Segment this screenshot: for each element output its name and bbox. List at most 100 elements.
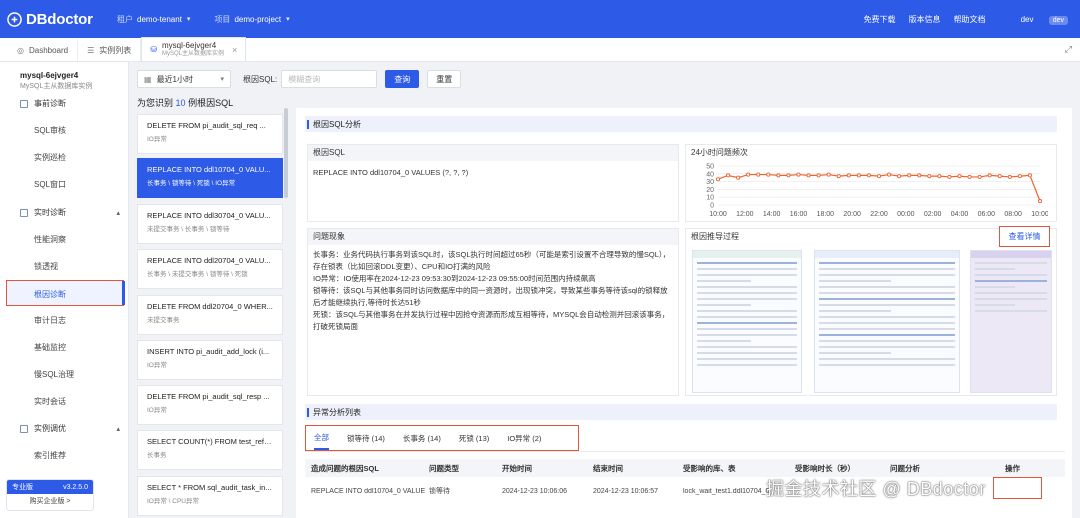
column-header: 问题分析 <box>890 463 920 473</box>
count-number: 10 <box>175 98 186 108</box>
list-scrollbar[interactable] <box>284 108 288 198</box>
tab-io-anomaly[interactable]: IO异常 (2) <box>507 426 541 450</box>
data-point <box>1007 174 1012 179</box>
reasoning-thumbnail <box>692 250 802 393</box>
buy-enterprise-link[interactable]: 购买企业版 > <box>7 494 93 510</box>
sql-tags: IO异常 <box>147 136 167 143</box>
y-tick-label: 40 <box>706 171 714 178</box>
sidebar-item-slow-sql[interactable]: 慢SQL治理 <box>34 369 74 380</box>
column-header: 受影响的库、表 <box>683 463 736 473</box>
list-item[interactable]: INSERT INTO pi_audit_add_lock (i... IO异常 <box>137 340 283 380</box>
reset-button[interactable]: 重置 <box>427 70 462 88</box>
tab-dashboard[interactable]: ◎ Dashboard <box>8 39 79 61</box>
sidebar-item-performance[interactable]: 性能洞察 <box>34 234 66 245</box>
tab-mysql-instance[interactable]: ⛁ mysql-6ejvger4 MySQL主从数据库实例 × <box>141 37 247 61</box>
chevron-up-icon: ▴ <box>116 209 120 217</box>
list-item[interactable]: REPLACE INTO ddl30704_0 VALU... 未提交事务 \ 长… <box>137 204 283 244</box>
time-range-select[interactable]: ▦ 最近1小时 ▾ <box>137 70 231 88</box>
sidebar-item-root-cause[interactable]: 根因诊断 <box>6 280 124 306</box>
tenant-selector[interactable]: 租户 demo-tenant ▾ <box>117 14 190 25</box>
list-item[interactable]: DELETE FROM pi_audit_sql_resp ... IO异常 <box>137 385 283 425</box>
free-download-link[interactable]: 免费下载 <box>864 14 896 25</box>
tab-lock-wait[interactable]: 锁等待 (14) <box>347 426 385 450</box>
close-icon[interactable]: × <box>232 45 237 55</box>
chevron-down-icon: ▾ <box>220 76 224 83</box>
group-label: 事前诊断 <box>34 99 66 108</box>
sql-text: INSERT INTO pi_audit_add_lock (i... <box>147 347 270 356</box>
x-tick-label: 10:00 <box>709 211 727 218</box>
sql-text: DELETE FROM pi_audit_sql_resp ... <box>147 392 270 401</box>
sidebar-item-index-advice[interactable]: 索引推荐 <box>34 450 66 461</box>
version-info-link[interactable]: 版本信息 <box>909 14 941 25</box>
sidebar-item-label: 根因诊断 <box>34 290 66 299</box>
user-menu[interactable]: dev dev <box>1008 15 1068 25</box>
nav-group-pre-diagnosis[interactable]: 事前诊断 <box>20 98 120 109</box>
y-tick-label: 30 <box>706 179 714 186</box>
list-item[interactable]: REPLACE INTO ddl10704_0 VALU... 长事务 \ 锁等待… <box>137 158 283 198</box>
panel-title: 24小时问题频次 <box>686 145 1056 161</box>
problem-line: IO异常：IO使用率在2024-12-23 09:53:30到2024-12-2… <box>313 274 596 283</box>
data-point <box>987 173 992 178</box>
column-header: 造成问题的根因SQL <box>311 463 379 473</box>
tab-deadlock[interactable]: 死锁 (13) <box>459 426 489 450</box>
logo-icon <box>7 11 22 27</box>
y-tick-label: 50 <box>706 164 714 171</box>
sidebar-item-sql-window[interactable]: SQL窗口 <box>34 179 66 190</box>
sidebar-item-inspection[interactable]: 实例巡检 <box>34 152 66 163</box>
sql-tags: 未提交事务 <box>147 317 180 324</box>
view-detail-button[interactable]: 查看详情 <box>999 226 1050 247</box>
project-value: demo-project <box>234 14 282 24</box>
data-point <box>786 173 791 178</box>
database-icon: ⛁ <box>150 45 157 54</box>
sidebar-item-basic-monitor[interactable]: 基础监控 <box>34 342 66 353</box>
root-sql-input[interactable]: 模糊查询 <box>281 70 378 88</box>
data-point <box>796 172 801 177</box>
list-item[interactable]: DELETE FROM pi_audit_sql_req ... IO异常 <box>137 114 283 154</box>
sql-text: DELETE FROM ddl20704_0 WHER... <box>147 302 273 311</box>
y-tick-label: 20 <box>706 187 714 194</box>
panel-title: 根因SQL <box>308 145 678 161</box>
help-docs-link[interactable]: 帮助文档 <box>954 14 986 25</box>
nav-group-realtime-diagnosis[interactable]: 实时诊断 ▴ <box>20 207 120 218</box>
data-point <box>766 172 771 177</box>
data-point <box>776 173 781 178</box>
app-logo[interactable]: DBdoctor <box>7 11 109 28</box>
x-tick-label: 20:00 <box>843 211 861 218</box>
x-tick-label: 18:00 <box>817 211 835 218</box>
table-cell: 2024-12-23 10:06:57 <box>593 487 658 495</box>
search-button[interactable]: 查询 <box>385 70 420 88</box>
x-tick-label: 12:00 <box>736 211 754 218</box>
tab-all[interactable]: 全部 <box>314 426 329 450</box>
section-root-sql-analysis: 根因SQL分析 <box>305 116 1057 132</box>
sidebar-item-sessions[interactable]: 实时会话 <box>34 396 66 407</box>
fullscreen-icon[interactable]: ⤢ <box>1065 44 1072 55</box>
column-header: 受影响时长（秒） <box>795 463 855 473</box>
list-item[interactable]: DELETE FROM ddl20704_0 WHER... 未提交事务 <box>137 295 283 335</box>
count-suffix: 例根因SQL <box>188 98 234 108</box>
data-point <box>726 173 731 178</box>
data-point <box>866 173 871 178</box>
tab-long-transaction[interactable]: 长事务 (14) <box>403 426 441 450</box>
list-item[interactable]: REPLACE INTO ddl20704_0 VALU... 长事务 \ 未提交… <box>137 249 283 289</box>
x-tick-label: 10:00 <box>1031 211 1048 218</box>
sql-text: REPLACE INTO ddl10704_0 VALU... <box>147 165 271 174</box>
data-point <box>917 173 922 178</box>
data-point <box>1027 173 1032 178</box>
nav-group-tuning[interactable]: 实例调优 ▴ <box>20 423 120 434</box>
sql-tags: 长事务 \ 未提交事务 \ 锁等待 \ 死锁 <box>147 271 248 278</box>
data-point <box>736 175 741 180</box>
row-action-highlight[interactable] <box>993 477 1042 499</box>
list-item[interactable]: SELECT COUNT(*) FROM test_ref_... 长事务 <box>137 430 283 470</box>
group-icon <box>20 424 28 433</box>
column-header: 结束时间 <box>593 463 623 473</box>
tab-instance-list[interactable]: ☰ 实例列表 <box>78 39 142 61</box>
sidebar-item-audit-log[interactable]: 审计日志 <box>34 315 66 326</box>
sidebar-item-sql-audit[interactable]: SQL审核 <box>34 125 66 136</box>
project-selector[interactable]: 项目 demo-project ▾ <box>214 14 289 25</box>
sidebar-item-lock-view[interactable]: 锁透视 <box>34 261 58 272</box>
list-item[interactable]: SELECT * FROM sql_audit_task_in... IO异常 \… <box>137 476 283 516</box>
root-sql-label: 根因SQL: <box>243 74 278 84</box>
data-point <box>897 174 902 179</box>
x-tick-label: 02:00 <box>924 211 942 218</box>
data-point <box>816 173 821 178</box>
